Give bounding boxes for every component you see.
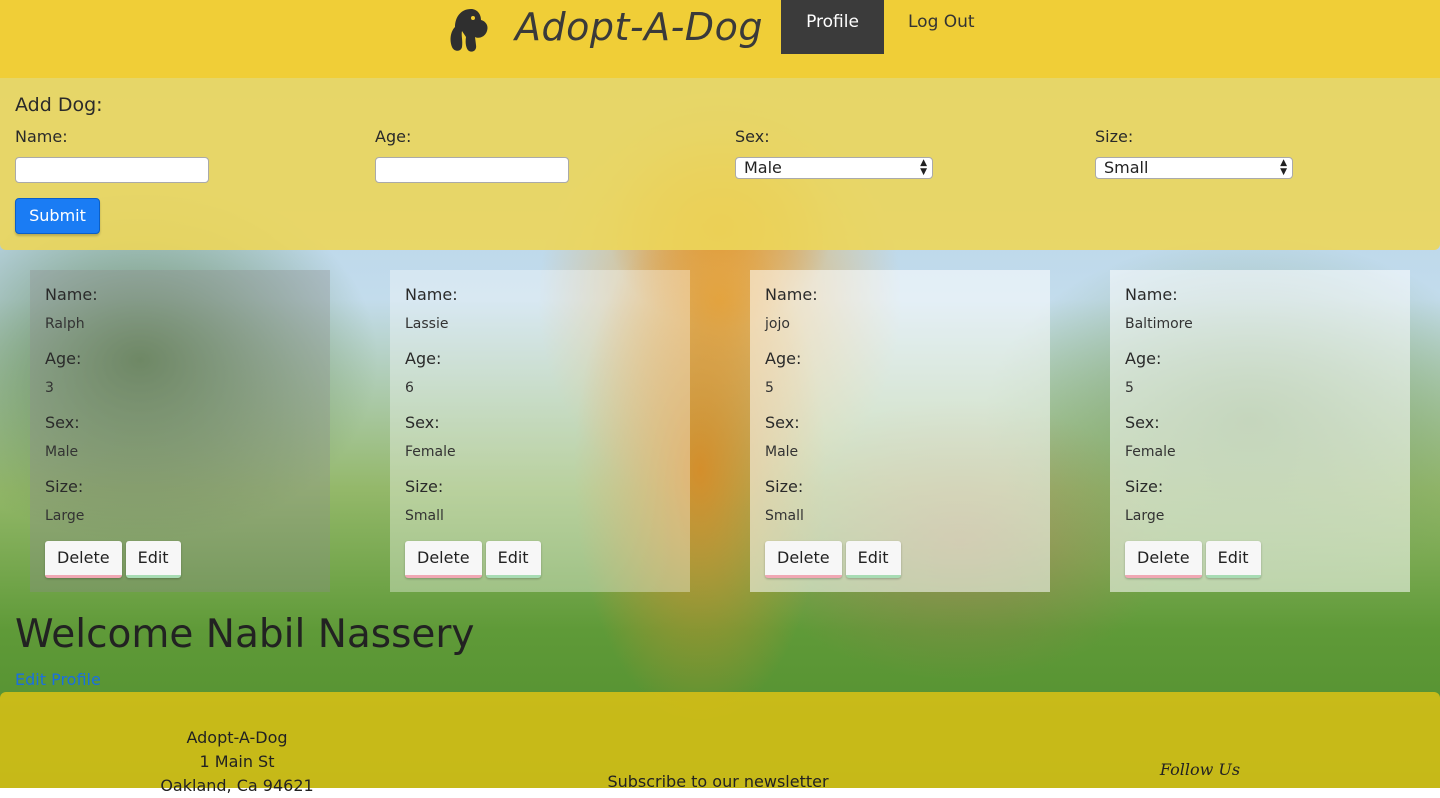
sex-select[interactable]: Male ▲ ▼ [735, 157, 933, 179]
size-label: Size: [1095, 127, 1134, 146]
card-age-label: Age: [765, 349, 802, 368]
size-select-value: Small [1104, 158, 1149, 177]
address-line: Oakland, Ca 94621 [160, 776, 314, 795]
dog-card: Name: Lassie Age: 6 Sex: Female Size: Sm… [390, 270, 690, 592]
dog-age: 3 [45, 380, 54, 396]
card-name-label: Name: [1125, 285, 1178, 304]
nav-logout-link[interactable]: Log Out [908, 0, 975, 44]
name-input[interactable] [15, 157, 209, 183]
add-dog-form: Add Dog: Name: Age: Sex: Male ▲ ▼ Size: S… [0, 78, 1440, 250]
dog-size: Large [1125, 508, 1165, 524]
age-input[interactable] [375, 157, 569, 183]
brand-title[interactable]: Adopt-A-Dog [515, 5, 763, 49]
edit-profile-link[interactable]: Edit Profile [15, 670, 101, 689]
edit-button[interactable]: Edit [125, 541, 181, 578]
sex-label: Sex: [735, 127, 770, 146]
dog-sex: Female [405, 444, 456, 460]
dog-name: jojo [765, 316, 790, 332]
dog-card: Name: Baltimore Age: 5 Sex: Female Size:… [1110, 270, 1410, 592]
dog-size: Large [45, 508, 85, 524]
address-line: Adopt-A-Dog [186, 728, 288, 747]
card-sex-label: Sex: [1125, 413, 1160, 432]
card-name-label: Name: [405, 285, 458, 304]
edit-button[interactable]: Edit [1205, 541, 1261, 578]
card-name-label: Name: [765, 285, 818, 304]
dog-card: Name: Ralph Age: 3 Sex: Male Size: Large… [30, 270, 330, 592]
dog-head-icon [450, 9, 488, 52]
dog-name: Ralph [45, 316, 85, 332]
select-arrows-icon: ▲ ▼ [920, 158, 927, 177]
dog-size: Small [765, 508, 804, 524]
footer-address: Adopt-A-Dog 1 Main St Oakland, Ca 94621 [137, 726, 337, 798]
delete-button[interactable]: Delete [1125, 541, 1202, 578]
card-sex-label: Sex: [45, 413, 80, 432]
dog-size: Small [405, 508, 444, 524]
newsletter-heading: Subscribe to our newsletter [607, 772, 829, 791]
delete-button[interactable]: Delete [45, 541, 122, 578]
card-age-label: Age: [405, 349, 442, 368]
dog-name: Lassie [405, 316, 449, 332]
form-title: Add Dog: [15, 94, 103, 116]
card-size-label: Size: [765, 477, 804, 496]
card-age-label: Age: [45, 349, 82, 368]
edit-button[interactable]: Edit [845, 541, 901, 578]
card-sex-label: Sex: [405, 413, 440, 432]
dog-card: Name: jojo Age: 5 Sex: Male Size: Small … [750, 270, 1050, 592]
dog-age: 6 [405, 380, 414, 396]
follow-us-heading: Follow Us [1159, 760, 1241, 779]
size-select[interactable]: Small ▲ ▼ [1095, 157, 1293, 179]
dog-age: 5 [765, 380, 774, 396]
edit-button[interactable]: Edit [485, 541, 541, 578]
top-nav-bar: Adopt-A-Dog Profile Log Out [0, 0, 1440, 78]
address-line: 1 Main St [199, 752, 275, 771]
dog-sex: Female [1125, 444, 1176, 460]
dog-name: Baltimore [1125, 316, 1193, 332]
dog-age: 5 [1125, 380, 1134, 396]
footer: Adopt-A-Dog 1 Main St Oakland, Ca 94621 … [0, 692, 1440, 795]
card-age-label: Age: [1125, 349, 1162, 368]
select-arrows-icon: ▲ ▼ [1280, 158, 1287, 177]
dog-sex: Male [45, 444, 79, 460]
delete-button[interactable]: Delete [765, 541, 842, 578]
delete-button[interactable]: Delete [405, 541, 482, 578]
card-sex-label: Sex: [765, 413, 800, 432]
dog-sex: Male [765, 444, 799, 460]
sex-select-value: Male [744, 158, 782, 177]
nav-profile-link[interactable]: Profile [781, 0, 884, 54]
card-name-label: Name: [45, 285, 98, 304]
card-size-label: Size: [405, 477, 444, 496]
submit-button[interactable]: Submit [15, 198, 100, 234]
welcome-heading: Welcome Nabil Nassery [15, 612, 475, 657]
name-label: Name: [15, 127, 68, 146]
card-size-label: Size: [45, 477, 84, 496]
age-label: Age: [375, 127, 412, 146]
card-size-label: Size: [1125, 477, 1164, 496]
